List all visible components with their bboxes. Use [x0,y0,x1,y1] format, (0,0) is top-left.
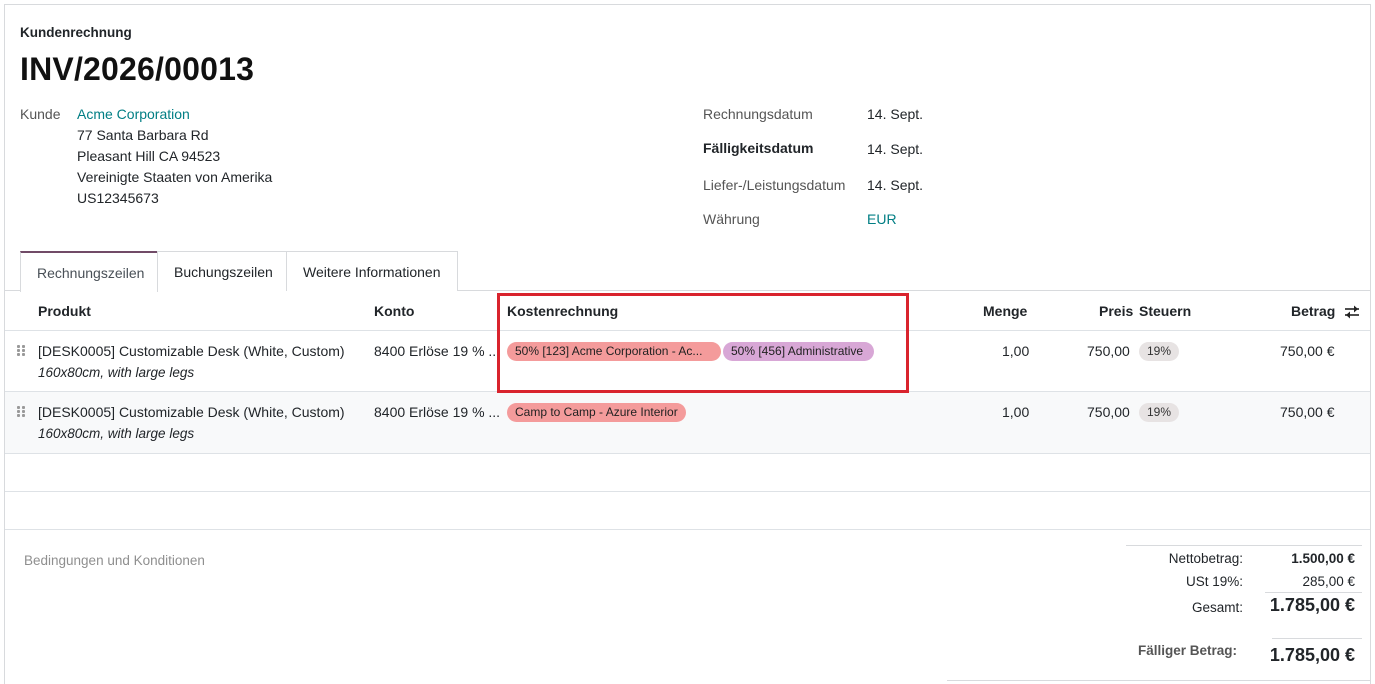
vat-label: USt 19%: [1185,574,1243,589]
amount-due-value: 1.785,00 € [1269,645,1355,665]
column-header-account[interactable]: Konto [374,303,414,319]
column-header-product[interactable]: Produkt [38,303,91,319]
line-tax-badge[interactable]: 19% [1139,342,1180,361]
currency-label: Währung [703,211,760,227]
tab-journal-items[interactable]: Buchungszeilen [157,251,287,291]
invoice-number-title: INV/2026/00013 [20,51,255,87]
line-account[interactable]: 8400 Erlöse 19 % ... [374,343,500,359]
invoice-date-label: Rechnungsdatum [703,106,813,122]
column-header-price[interactable]: Preis [1099,303,1133,319]
line-price[interactable]: 750,00 [1087,404,1130,420]
row-divider [5,453,1370,454]
line-price[interactable]: 750,00 [1087,343,1130,359]
analytic-highlight-box [497,293,909,393]
line-quantity[interactable]: 1,00 [1002,404,1029,420]
customer-address-line: 77 Santa Barbara Rd [77,127,209,143]
line-tax-badge[interactable]: 19% [1139,403,1180,422]
terms-conditions-input[interactable]: Bedingungen und Konditionen [24,553,205,568]
column-header-taxes[interactable]: Steuern [1139,303,1191,319]
customer-vat-number: US12345673 [77,190,159,206]
optional-columns-icon[interactable] [1344,305,1360,319]
due-date-field[interactable]: 14. Sept. [867,141,923,157]
column-header-quantity[interactable]: Menge [983,303,1027,319]
amount-due-label: Fälliger Betrag: [1137,643,1237,658]
line-amount: 750,00 € [1280,343,1335,359]
line-description: 160x80cm, with large legs [38,426,195,441]
line-amount: 750,00 € [1280,404,1335,420]
totals-top-divider [1126,545,1362,546]
tab-invoice-lines[interactable]: Rechnungszeilen [20,251,158,292]
drag-handle-icon[interactable] [17,345,25,357]
invoice-date-field[interactable]: 14. Sept. [867,106,923,122]
column-header-amount[interactable]: Betrag [1291,303,1335,319]
customer-label: Kunde [20,106,61,122]
customer-name-link[interactable]: Acme Corporation [77,106,190,122]
row-divider [5,529,1370,530]
document-type-label: Kundenrechnung [20,25,132,40]
tab-other-info[interactable]: Weitere Informationen [286,251,458,291]
drag-handle-icon[interactable] [17,406,25,418]
due-divider [1272,638,1362,639]
total-divider [1265,592,1362,593]
vat-value: 285,00 € [1302,574,1355,589]
invoice-form: Kundenrechnung INV/2026/00013 Kunde Acme… [4,4,1371,684]
total-value: 1.785,00 € [1269,595,1355,615]
line-account[interactable]: 8400 Erlöse 19 % ... [374,404,500,420]
delivery-date-field[interactable]: 14. Sept. [867,177,923,193]
customer-address-line: Pleasant Hill CA 94523 [77,148,221,164]
delivery-date-label: Liefer-/Leistungsdatum [703,177,846,193]
line-product-link[interactable]: [DESK0005] Customizable Desk (White, Cus… [38,343,345,359]
customer-address-line: Vereinigte Staaten von Amerika [77,169,273,185]
due-date-label: Fälligkeitsdatum [703,140,814,156]
analytic-tag[interactable]: Camp to Camp - Azure Interior [507,403,686,422]
net-amount-label: Nettobetrag: [1168,551,1243,566]
row-divider [5,491,1370,492]
line-quantity[interactable]: 1,00 [1002,343,1029,359]
line-description: 160x80cm, with large legs [38,365,195,380]
table-row[interactable] [5,392,1370,453]
currency-field[interactable]: EUR [867,211,897,227]
line-product-link[interactable]: [DESK0005] Customizable Desk (White, Cus… [38,404,345,420]
net-amount-value: 1.500,00 € [1291,551,1355,566]
totals-bottom-divider [947,680,1370,681]
